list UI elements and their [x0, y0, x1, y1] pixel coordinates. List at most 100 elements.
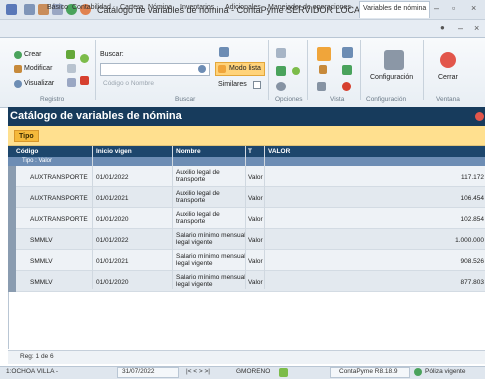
column-header-tipo[interactable]: T [248, 148, 252, 155]
tab-variables-nomina[interactable]: Variables de nómina [359, 1, 431, 18]
visualizar-button[interactable]: Visualizar [24, 80, 54, 87]
cell-codigo: SMMLV [30, 279, 53, 286]
column-divider [264, 146, 265, 289]
layout-icon[interactable] [317, 47, 331, 61]
view-icon[interactable] [317, 82, 326, 91]
cell-nombre: Salario mínimo mensual legal vigente [176, 253, 246, 267]
group-label-registro: Registro [40, 96, 65, 103]
close-icon[interactable] [440, 52, 456, 68]
cell-codigo: AUXTRANSPORTE [30, 174, 88, 181]
eye-icon [14, 80, 22, 88]
cell-valor: 106.454 [460, 195, 485, 202]
tab-nomina[interactable]: Nómina [148, 4, 172, 11]
cell-nombre: Auxilio legal de transporte [176, 169, 220, 183]
search-placeholder: Código o Nombre [103, 80, 154, 87]
group-row[interactable] [8, 157, 485, 166]
status-policy[interactable]: Póliza vigente [425, 368, 465, 375]
column-header-inicio-vigencia[interactable]: Inicio vigen [96, 148, 132, 155]
delete-icon[interactable] [80, 76, 89, 85]
form-close-icon[interactable] [475, 112, 484, 121]
close-window-button[interactable]: × [471, 3, 476, 13]
import-icon[interactable] [292, 67, 300, 75]
group-label-ventana: Ventana [436, 96, 460, 103]
separator [360, 40, 361, 100]
filter-icon[interactable] [219, 47, 229, 57]
status-company[interactable]: GMORENO [236, 368, 270, 375]
cell-tipo: Valor [248, 216, 263, 223]
grid-header [8, 146, 485, 157]
cell-codigo: SMMLV [30, 258, 53, 265]
attach-icon[interactable] [67, 78, 76, 87]
add-field-icon[interactable] [342, 82, 351, 91]
table-icon[interactable] [342, 65, 352, 75]
column-header-nombre[interactable]: Nombre [176, 148, 201, 155]
cell-valor: 117.172 [460, 174, 484, 181]
cell-valor: 877.803 [460, 279, 485, 286]
group-label-opciones: Opciones [275, 96, 303, 103]
copy-icon[interactable] [67, 64, 76, 73]
cell-codigo: SMMLV [30, 237, 53, 244]
settings-icon[interactable] [276, 82, 286, 91]
modo-lista-label: Modo lista [229, 65, 261, 72]
column-divider [245, 146, 246, 289]
group-label-buscar: Buscar [175, 96, 196, 103]
record-bar [8, 350, 485, 364]
check-icon[interactable] [66, 50, 75, 59]
cell-codigo: AUXTRANSPORTE [30, 195, 88, 202]
status-user[interactable]: 1:OCHOA VILLA - [6, 368, 58, 375]
company-icon[interactable] [279, 368, 288, 377]
maximize-button[interactable]: ▫ [452, 3, 455, 13]
cell-nombre: Salario mínimo mensual legal vigente [176, 274, 246, 288]
tab-contabilidad[interactable]: Contabilidad [72, 4, 111, 11]
modificar-button[interactable]: Modificar [24, 65, 52, 72]
similares-label: Similares [218, 81, 247, 88]
row-indicator [8, 208, 16, 229]
ribbon-close-button[interactable]: × [474, 23, 479, 33]
cerrar-button[interactable]: Cerrar [438, 74, 458, 81]
search-icon[interactable] [198, 65, 206, 73]
cell-nombre: Salario mínimo mensual legal vigente [176, 232, 246, 246]
similares-checkbox[interactable] [253, 81, 261, 89]
column-header-codigo[interactable]: Código [16, 148, 38, 155]
column-header-valor[interactable]: VALOR [268, 148, 290, 155]
search-input[interactable] [100, 63, 210, 76]
print-icon[interactable] [276, 48, 286, 58]
crear-button[interactable]: Crear [24, 51, 42, 58]
group-label-vista: Vista [330, 96, 345, 103]
status-version: ContaPyme R8.18.9 [339, 368, 398, 375]
sort-icon[interactable] [319, 65, 327, 74]
ribbon-tabs [0, 20, 485, 38]
columns-icon[interactable] [342, 47, 353, 58]
status-navigator[interactable]: |< < > >| [186, 368, 210, 375]
pencil-icon [14, 65, 22, 73]
buscar-label: Buscar: [100, 51, 124, 58]
cell-inicio: 01/01/2022 [96, 237, 129, 244]
tools-icon[interactable] [384, 50, 404, 70]
separator [95, 40, 96, 100]
tab-manejador-operaciones[interactable]: Manejador de operaciones [268, 4, 351, 11]
group-label-configuracion: Configuración [366, 96, 407, 103]
cell-tipo: Valor [248, 237, 263, 244]
grid-icon[interactable] [24, 4, 35, 15]
group-by-panel [8, 126, 485, 146]
column-divider [172, 146, 173, 289]
app-logo-icon[interactable] [6, 4, 17, 15]
export-icon[interactable] [276, 66, 286, 76]
tab-basico[interactable]: Básico [47, 4, 68, 11]
tab-inventarios[interactable]: Inventarios [180, 4, 214, 11]
column-divider [92, 146, 93, 289]
cell-valor: 1.000.000 [455, 237, 484, 244]
approve-icon[interactable] [80, 54, 89, 63]
cell-inicio: 01/01/2022 [96, 174, 129, 181]
separator [307, 40, 308, 100]
ribbon-minimize-button[interactable]: – [458, 23, 463, 33]
cell-valor: 102.854 [460, 216, 485, 223]
cell-tipo: Valor [248, 174, 263, 181]
configuracion-button[interactable]: Configuración [370, 74, 413, 81]
tab-cartera[interactable]: Cartera [120, 4, 143, 11]
group-chip-tipo[interactable]: Tipo [14, 130, 39, 142]
cell-tipo: Valor [248, 258, 263, 265]
tab-adicionales[interactable]: Adicionales [225, 4, 261, 11]
minimize-button[interactable]: – [434, 3, 439, 13]
help-menu-icon[interactable]: ● [440, 23, 445, 32]
